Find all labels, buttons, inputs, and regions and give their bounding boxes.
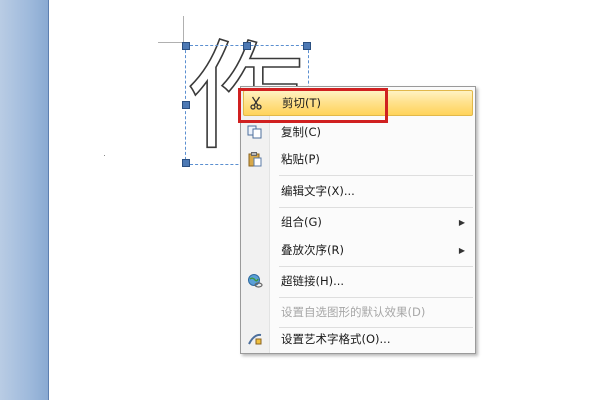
resize-handle-top[interactable]	[243, 42, 251, 50]
submenu-arrow-icon: ▶	[458, 217, 465, 227]
menu-item-group[interactable]: 组合(G) ▶	[243, 209, 473, 235]
menu-separator	[279, 266, 473, 267]
resize-handle-top-left[interactable]	[182, 42, 190, 50]
menu-item-label: 粘贴(P)	[281, 152, 320, 166]
menu-item-label: 设置自选图形的默认效果(D)	[281, 305, 426, 319]
menu-item-label: 复制(C)	[281, 125, 322, 139]
menu-item-label: 叠放次序(R)	[281, 243, 344, 257]
highlight-callout-box	[238, 88, 388, 123]
menu-item-hyperlink[interactable]: 超链接(H)...	[243, 268, 473, 294]
menu-item-label: 组合(G)	[281, 215, 322, 229]
menu-item-paste[interactable]: 粘贴(P)	[243, 146, 473, 172]
menu-separator	[279, 175, 473, 176]
format-wordart-icon	[243, 327, 267, 351]
menu-separator	[279, 207, 473, 208]
resize-handle-bottom-left[interactable]	[182, 159, 190, 167]
page-margin-mark-vertical	[183, 16, 184, 42]
menu-item-label: 设置艺术字格式(O)...	[281, 332, 391, 346]
menu-separator	[279, 297, 473, 298]
paste-icon	[243, 147, 267, 171]
menu-item-order[interactable]: 叠放次序(R) ▶	[243, 237, 473, 263]
menu-item-label: 编辑文字(X)...	[281, 184, 355, 198]
context-menu: 剪切(T) 复制(C) 粘贴(P) 编辑文字(X)... 组合(G) ▶ 叠放次…	[240, 86, 476, 354]
resize-handle-left[interactable]	[182, 101, 190, 109]
left-panel-strip	[0, 0, 49, 400]
menu-item-label: 超链接(H)...	[281, 274, 345, 288]
copy-icon	[243, 120, 267, 144]
page-margin-mark-horizontal	[158, 42, 184, 43]
menu-item-format-wordart[interactable]: 设置艺术字格式(O)...	[243, 326, 473, 352]
submenu-arrow-icon: ▶	[458, 245, 465, 255]
menu-item-edit-text[interactable]: 编辑文字(X)...	[243, 178, 473, 204]
hyperlink-icon	[243, 269, 267, 293]
resize-handle-top-right[interactable]	[303, 42, 311, 50]
menu-item-set-default-effect: 设置自选图形的默认效果(D)	[243, 299, 473, 325]
page-dot	[104, 155, 105, 156]
